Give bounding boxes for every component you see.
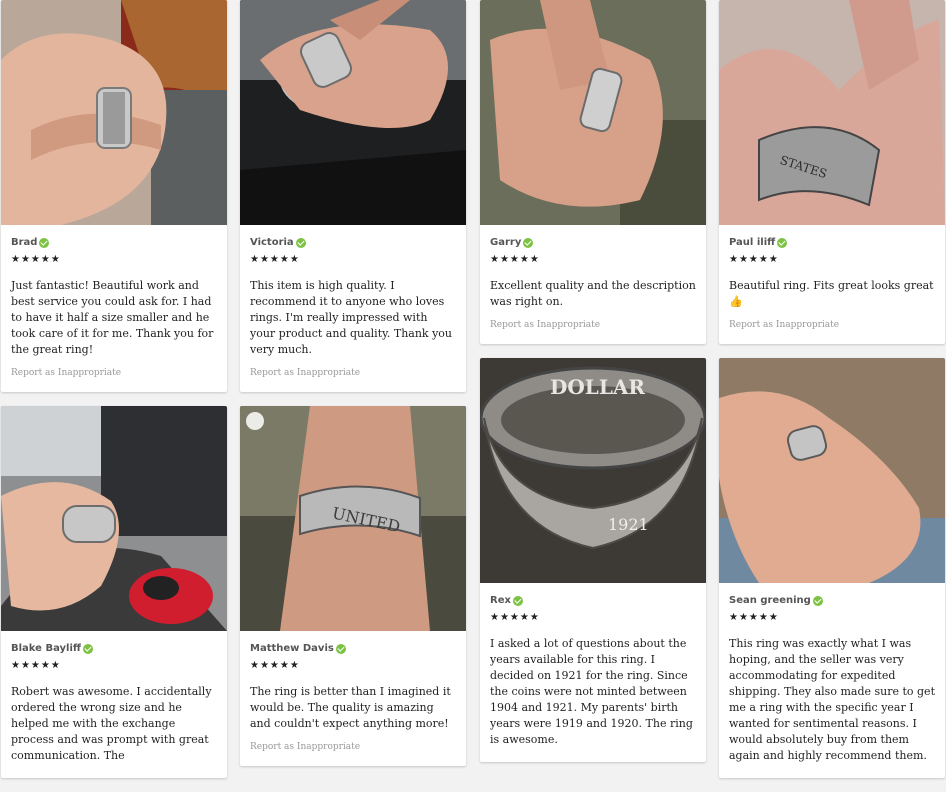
rating-stars: ★★★★★ <box>11 660 61 671</box>
review-card: Brad ★★★★★ Just fantastic! Beautiful wor… <box>1 0 227 392</box>
verified-icon <box>512 595 523 606</box>
report-link[interactable]: Report as Inappropriate <box>11 368 217 378</box>
review-card: Victoria ★★★★★ This item is high quality… <box>240 0 466 392</box>
rating-stars: ★★★★★ <box>11 254 61 265</box>
review-photo[interactable] <box>1 406 227 631</box>
review-text: The ring is better than I imagined it wo… <box>250 685 451 730</box>
review-photo[interactable]: UNITED <box>240 406 466 631</box>
review-author: Paul iliff <box>729 237 935 248</box>
review-author: Rex <box>490 595 696 606</box>
review-photo[interactable]: STATES <box>719 0 945 225</box>
rating-stars: ★★★★★ <box>729 254 779 265</box>
review-column-3: Garry ★★★★★ Excellent quality and the de… <box>480 0 706 776</box>
review-author: Brad <box>11 237 217 248</box>
review-column-1: Brad ★★★★★ Just fantastic! Beautiful wor… <box>1 0 227 792</box>
verified-icon <box>39 237 50 248</box>
review-card: Garry ★★★★★ Excellent quality and the de… <box>480 0 706 344</box>
review-text: I asked a lot of questions about the yea… <box>490 637 693 746</box>
review-card: UNITED Matthew Davis ★★★★★ The ring is b… <box>240 406 466 766</box>
review-photo[interactable] <box>1 0 227 225</box>
report-link[interactable]: Report as Inappropriate <box>490 320 696 330</box>
review-card: DOLLAR 1921 Rex ★★★★★ I asked a lot of q… <box>480 358 706 762</box>
rating-stars: ★★★★★ <box>490 612 540 623</box>
review-card: Sean greening ★★★★★ This ring was exactl… <box>719 358 945 778</box>
rating-stars: ★★★★★ <box>729 612 779 623</box>
review-card: STATES Paul iliff ★★★★★ Beautiful ring. … <box>719 0 945 344</box>
verified-icon <box>812 595 823 606</box>
review-text: Robert was awesome. I accidentally order… <box>11 685 212 762</box>
review-author: Blake Bayliff <box>11 643 217 654</box>
rating-stars: ★★★★★ <box>250 254 300 265</box>
rating-stars: ★★★★★ <box>490 254 540 265</box>
review-card: Blake Bayliff ★★★★★ Robert was awesome. … <box>1 406 227 778</box>
verified-icon <box>295 237 306 248</box>
verified-icon <box>335 643 346 654</box>
review-photo[interactable] <box>480 0 706 225</box>
verified-icon <box>523 237 534 248</box>
review-text: Just fantastic! Beautiful work and best … <box>11 279 214 356</box>
review-text: This ring was exactly what I was hoping,… <box>729 637 935 762</box>
review-text: Excellent quality and the description wa… <box>490 279 696 308</box>
review-author: Sean greening <box>729 595 935 606</box>
coin-engraving: DOLLAR <box>550 375 645 399</box>
review-text: Beautiful ring. Fits great looks great 👍 <box>729 279 934 308</box>
review-text: This item is high quality. I recommend i… <box>250 279 453 356</box>
review-author: Garry <box>490 237 696 248</box>
report-link[interactable]: Report as Inappropriate <box>250 368 456 378</box>
rating-stars: ★★★★★ <box>250 660 300 671</box>
review-photo[interactable] <box>719 358 945 583</box>
review-photo[interactable] <box>240 0 466 225</box>
review-author: Victoria <box>250 237 456 248</box>
media-icon[interactable] <box>246 412 264 430</box>
verified-icon <box>777 237 788 248</box>
review-photo[interactable]: DOLLAR 1921 <box>480 358 706 583</box>
review-author: Matthew Davis <box>250 643 456 654</box>
coin-year: 1921 <box>608 515 649 534</box>
review-column-2: Victoria ★★★★★ This item is high quality… <box>240 0 466 780</box>
report-link[interactable]: Report as Inappropriate <box>729 320 935 330</box>
review-column-4: STATES Paul iliff ★★★★★ Beautiful ring. … <box>719 0 945 792</box>
verified-icon <box>82 643 93 654</box>
